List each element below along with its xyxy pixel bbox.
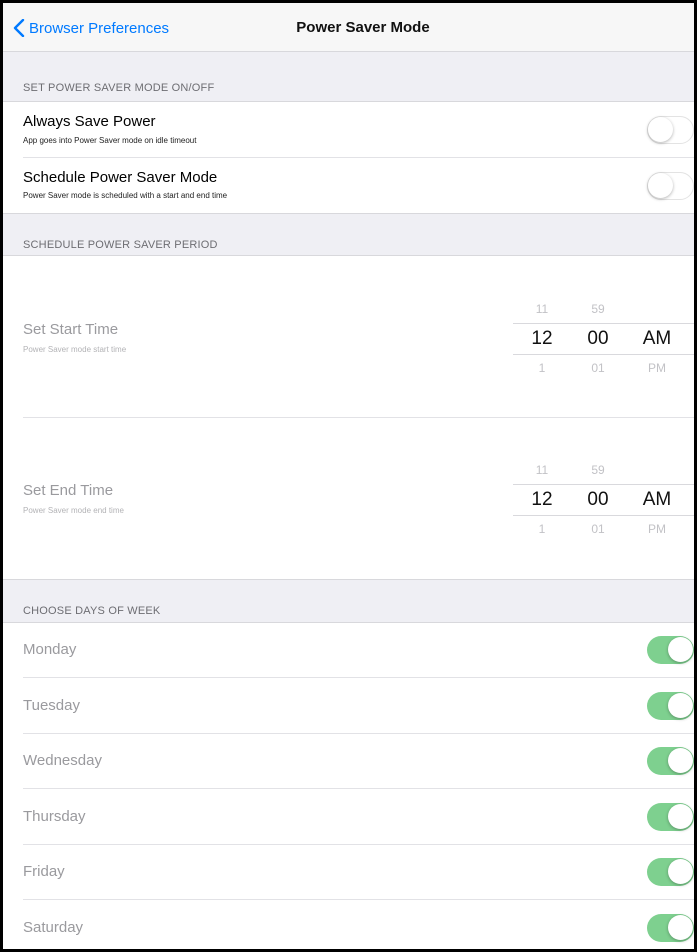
day-toggle-wednesday[interactable] [647,747,694,775]
page-title: Power Saver Mode [296,19,430,36]
day-toggle-tuesday[interactable] [647,692,694,720]
app-frame: Browser Preferences Power Saver Mode SET… [3,3,694,949]
end-hour-next: 1 [538,522,546,536]
always-save-sublabel: App goes into Power Saver mode on idle t… [23,136,197,145]
day-row-wednesday: Wednesday [3,734,694,789]
toggle-knob [648,173,673,198]
start-minute-next: 01 [591,361,605,375]
navigation-bar: Browser Preferences Power Saver Mode [3,3,694,52]
section-header-onoff: SET POWER SAVER MODE ON/OFF [3,51,694,101]
toggle-knob [668,693,693,718]
day-row-monday: Monday [3,623,694,678]
period-group: Set Start Time Power Saver mode start ti… [3,255,694,580]
toggle-knob [648,117,673,142]
end-minute-next: 01 [591,522,605,536]
toggle-knob [668,859,693,884]
day-toggle-thursday[interactable] [647,803,694,831]
start-minute-selected[interactable]: 00 [579,328,617,350]
schedule-mode-label: Schedule Power Saver Mode [23,169,218,186]
onoff-group: Always Save Power App goes into Power Sa… [3,101,694,214]
start-hour-selected[interactable]: 12 [523,328,561,350]
section-header-onoff-label: SET POWER SAVER MODE ON/OFF [23,82,215,94]
end-hour-selected[interactable]: 12 [523,489,561,511]
day-label-friday: Friday [23,863,65,880]
section-header-period: SCHEDULE POWER SAVER PERIOD [3,212,694,258]
end-period-selected[interactable]: AM [635,489,679,511]
toggle-knob [668,804,693,829]
day-label-saturday: Saturday [23,919,84,936]
section-header-days: CHOOSE DAYS OF WEEK [3,578,694,624]
always-save-toggle[interactable] [647,116,694,144]
day-label-monday: Monday [23,641,77,658]
start-minute-prev: 59 [591,302,605,316]
day-label-tuesday: Tuesday [23,697,80,714]
picker-selection-line [513,484,694,485]
end-minute-selected[interactable]: 00 [579,489,617,511]
end-time-label: Set End Time [23,482,114,499]
end-minute-prev: 59 [591,463,605,477]
start-hour-next: 1 [538,361,546,375]
day-row-friday: Friday [3,845,694,900]
start-time-label: Set Start Time [23,321,119,338]
end-time-picker[interactable]: 11 12 1 59 00 01 AM PM [513,419,694,579]
picker-selection-line [513,515,694,516]
start-time-row: Set Start Time Power Saver mode start ti… [3,256,694,418]
picker-selection-line [513,354,694,355]
day-row-thursday: Thursday [3,789,694,845]
toggle-knob [668,748,693,773]
days-group: Monday Tuesday Wednesday Thursday Friday… [3,622,694,949]
toggle-knob [668,637,693,662]
day-row-saturday: Saturday [3,900,694,949]
start-period-next: PM [648,361,666,375]
end-time-row: Set End Time Power Saver mode end time 1… [3,419,694,579]
back-button[interactable]: Browser Preferences [13,17,169,39]
end-hour-prev: 11 [535,463,549,477]
start-time-picker[interactable]: 11 12 1 59 00 01 AM PM [513,256,694,418]
day-toggle-friday[interactable] [647,858,694,886]
day-label-wednesday: Wednesday [23,752,102,769]
start-time-sublabel: Power Saver mode start time [23,345,127,354]
end-period-next: PM [648,522,666,536]
start-hour-prev: 11 [535,302,549,316]
day-label-thursday: Thursday [23,808,86,825]
always-save-row: Always Save Power App goes into Power Sa… [3,102,694,158]
section-header-period-label: SCHEDULE POWER SAVER PERIOD [23,239,218,251]
schedule-mode-toggle[interactable] [647,172,694,200]
day-toggle-monday[interactable] [647,636,694,664]
row-divider [23,417,694,418]
day-toggle-saturday[interactable] [647,914,694,942]
schedule-mode-row: Schedule Power Saver Mode Power Saver mo… [3,158,694,213]
always-save-label: Always Save Power [23,113,156,130]
day-row-tuesday: Tuesday [3,678,694,734]
toggle-knob [668,915,693,940]
section-header-days-label: CHOOSE DAYS OF WEEK [23,605,161,617]
start-period-selected[interactable]: AM [635,328,679,350]
back-button-label: Browser Preferences [29,19,170,37]
end-time-sublabel: Power Saver mode end time [23,506,124,515]
chevron-left-icon [13,19,25,37]
schedule-mode-sublabel: Power Saver mode is scheduled with a sta… [23,191,228,200]
picker-selection-line [513,323,694,324]
